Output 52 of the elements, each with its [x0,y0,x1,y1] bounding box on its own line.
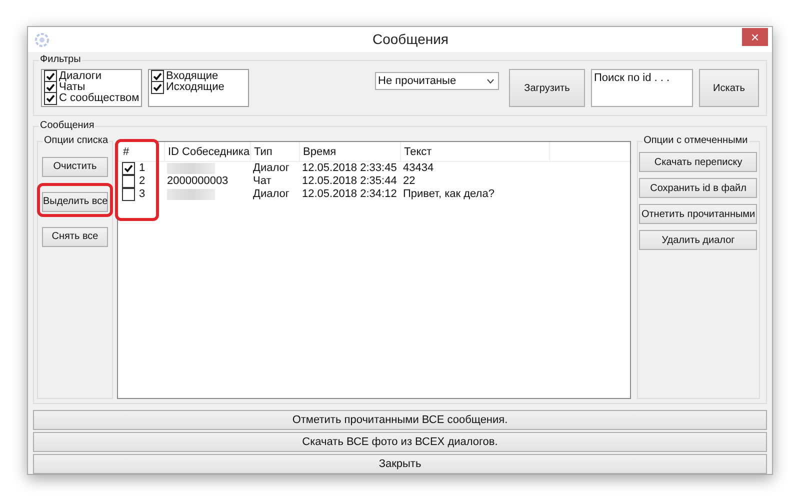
wide-button[interactable]: Закрыть [33,454,767,474]
app-icon [35,32,49,46]
list-option-button[interactable]: Выделить все [42,192,108,212]
blurred-id [167,163,215,174]
checkbox-label: Чаты [59,82,86,93]
checked-option-button[interactable]: Сохранить id в файл [639,178,758,198]
checkbox[interactable] [122,188,135,201]
column-header[interactable]: ID Собеседника [164,142,250,162]
group-title: Сообщения [39,119,96,133]
chevron-down-icon [487,78,494,84]
table-cell: 1 [139,162,146,175]
search-field[interactable]: Поиск по id . . . [591,69,693,107]
column-header[interactable]: Тип [250,142,299,162]
table-cell-text: Чат [252,175,272,188]
table-cell: 2 [139,175,146,188]
search-button[interactable]: Искать [699,69,759,107]
table-cell-text: 12.05.2018 2:34:12 [301,188,398,201]
table-cell-text: 12.05.2018 2:33:45 [301,162,398,175]
table-cell: 3 [139,188,146,201]
checkbox[interactable] [122,162,135,175]
checked-option-button[interactable]: Скачать переписку [639,152,758,172]
list-option-button[interactable]: Снять все [42,226,108,246]
checkbox-label: Входящие [166,71,218,82]
checkbox-label: С сообществом [59,93,140,104]
group-title: Опции списка [43,134,110,148]
checkbox-label: Исходящие [166,82,224,93]
checked-option-button[interactable]: Удалить диалог [639,230,758,250]
table-cell-text: 12.05.2018 2:35:44 [301,175,398,188]
close-button[interactable]: × [742,28,768,46]
table-cell-text: 22 [402,175,416,188]
column-header[interactable]: Текст [400,142,550,162]
table-cell-text: Привет, как дела? [402,188,496,201]
status-dropdown[interactable]: Не прочитаные [375,72,499,90]
load-button[interactable]: Загрузить [509,69,585,107]
checkmark-icon [124,164,133,173]
checkbox[interactable] [151,81,164,94]
group-title: Фильтры [39,53,82,67]
column-header[interactable]: Время [299,142,400,162]
table-cell-text: Диалог [252,162,290,175]
window-title: Сообщения [372,30,448,49]
checkbox[interactable] [44,92,57,105]
group-title: Опции с отмеченными [642,134,749,148]
checkbox[interactable] [122,175,135,188]
checkbox-label: Диалоги [59,71,102,82]
wide-button[interactable]: Скачать ВСЕ фото из ВСЕХ диалогов. [33,432,767,452]
list-option-button[interactable]: Очистить [42,156,108,176]
table-cell-text: Диалог [252,188,290,201]
table-cell-text: 43434 [402,162,435,175]
table-cell: 2000000003 [167,175,228,187]
wide-button[interactable]: Отметить прочитанными ВСЕ сообщения. [33,410,767,430]
checked-option-button[interactable]: Отнетить прочитанными [639,204,758,224]
blurred-id [167,189,215,200]
